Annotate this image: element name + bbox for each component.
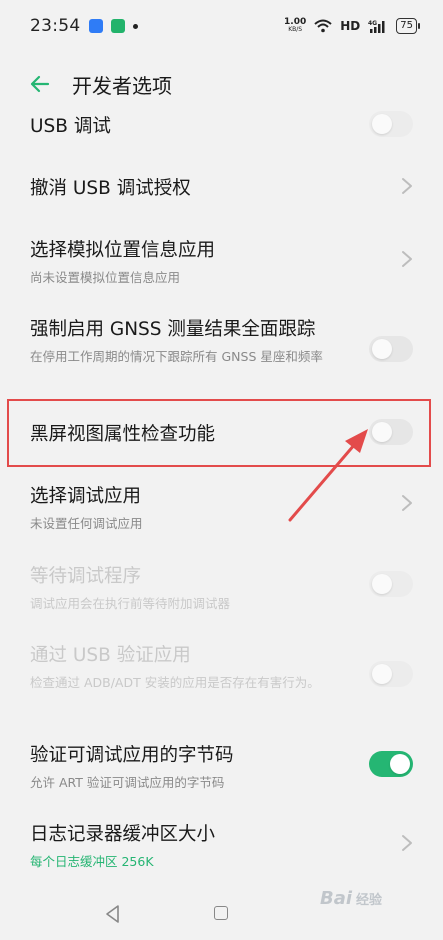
setting-title: 通过 USB 验证应用: [30, 645, 191, 666]
view-attribute-inspection-toggle[interactable]: [369, 419, 413, 445]
status-left: 23:54: [30, 16, 138, 36]
setting-title: USB 调试: [30, 116, 111, 137]
chevron-right-icon: [402, 251, 412, 267]
toggle-knob: [372, 574, 392, 594]
setting-verify-bytecode[interactable]: 验证可调试应用的字节码 允许 ART 验证可调试应用的字节码: [0, 741, 443, 792]
hd-label: HD: [340, 19, 361, 33]
setting-subtitle: 检查通过 ADB/ADT 安装的应用是否存在有害行为。: [30, 675, 320, 690]
toggle-knob: [390, 754, 410, 774]
setting-select-debug-app[interactable]: 选择调试应用 未设置任何调试应用: [0, 482, 443, 533]
network-speed: 1.00 KB/S: [284, 18, 306, 34]
setting-subtitle: 调试应用会在执行前等待附加调试器: [30, 596, 231, 611]
setting-view-attribute-inspection[interactable]: 黑屏视图属性检查功能: [0, 419, 443, 446]
status-right: 1.00 KB/S HD 4G 75: [284, 18, 420, 34]
setting-title: 日志记录器缓冲区大小: [30, 824, 216, 845]
setting-mock-location-app[interactable]: 选择模拟位置信息应用 尚未设置模拟位置信息应用: [0, 236, 443, 287]
verify-apps-over-usb-toggle: [369, 661, 413, 687]
setting-force-gnss-tracking[interactable]: 强制启用 GNSS 测量结果全面跟踪 在停用工作周期的情况下跟踪所有 GNSS …: [0, 315, 443, 366]
setting-title: 选择模拟位置信息应用: [30, 240, 216, 261]
setting-subtitle: 在停用工作周期的情况下跟踪所有 GNSS 星座和频率: [30, 349, 323, 364]
setting-title: 强制启用 GNSS 测量结果全面跟踪: [30, 319, 316, 340]
setting-title: 撤消 USB 调试授权: [30, 178, 191, 199]
setting-subtitle: 未设置任何调试应用: [30, 516, 143, 531]
nav-home-icon[interactable]: [214, 906, 228, 920]
status-time: 23:54: [30, 16, 81, 36]
app-notification-blue-icon: [88, 19, 103, 33]
toggle-knob: [372, 664, 392, 684]
force-gnss-toggle[interactable]: [369, 336, 413, 362]
toggle-knob: [372, 339, 392, 359]
annotation-arrow-icon: [288, 429, 368, 522]
chevron-right-icon: [402, 835, 412, 851]
toggle-knob: [372, 422, 392, 442]
watermark-suffix: 经验: [356, 893, 383, 908]
usb-debugging-toggle[interactable]: [369, 111, 413, 137]
app-notification-green-icon: [110, 19, 125, 33]
network-speed-unit: KB/S: [288, 26, 303, 33]
chevron-right-icon: [402, 495, 412, 511]
setting-title: 验证可调试应用的字节码: [30, 745, 234, 766]
setting-usb-debugging[interactable]: USB 调试: [0, 111, 443, 138]
nav-back-icon[interactable]: [104, 904, 122, 924]
verify-bytecode-toggle[interactable]: [369, 751, 413, 777]
page-header: 开发者选项: [0, 58, 443, 110]
status-bar: 23:54 1.00 KB/S HD 4G 75: [0, 0, 443, 52]
setting-verify-apps-over-usb: 通过 USB 验证应用 检查通过 ADB/ADT 安装的应用是否存在有害行为。: [0, 641, 443, 692]
setting-title: 黑屏视图属性检查功能: [30, 424, 216, 445]
wait-for-debugger-toggle: [369, 571, 413, 597]
network-speed-value: 1.00: [284, 17, 307, 27]
watermark-text: Bai: [320, 888, 353, 909]
baidu-watermark: Bai 经验: [320, 888, 382, 909]
setting-logger-buffer-size[interactable]: 日志记录器缓冲区大小 每个日志缓冲区 256K: [0, 820, 443, 871]
setting-subtitle: 尚未设置模拟位置信息应用: [30, 270, 181, 285]
more-notifications-dot-icon: [132, 23, 138, 29]
setting-subtitle: 每个日志缓冲区 256K: [30, 854, 154, 869]
wifi-icon: [314, 19, 332, 33]
battery-indicator: 75: [396, 18, 420, 34]
svg-text:4G: 4G: [368, 20, 377, 27]
toggle-knob: [372, 114, 392, 134]
page-title: 开发者选项: [72, 73, 172, 98]
setting-subtitle: 允许 ART 验证可调试应用的字节码: [30, 775, 225, 790]
back-arrow-icon[interactable]: [28, 72, 52, 96]
setting-revoke-usb-auth[interactable]: 撤消 USB 调试授权: [0, 174, 443, 200]
setting-title: 等待调试程序: [30, 566, 142, 587]
setting-wait-for-debugger: 等待调试程序 调试应用会在执行前等待附加调试器: [0, 562, 443, 613]
setting-title: 选择调试应用: [30, 486, 142, 507]
signal-4g-icon: 4G: [368, 20, 385, 33]
chevron-right-icon: [402, 178, 412, 194]
